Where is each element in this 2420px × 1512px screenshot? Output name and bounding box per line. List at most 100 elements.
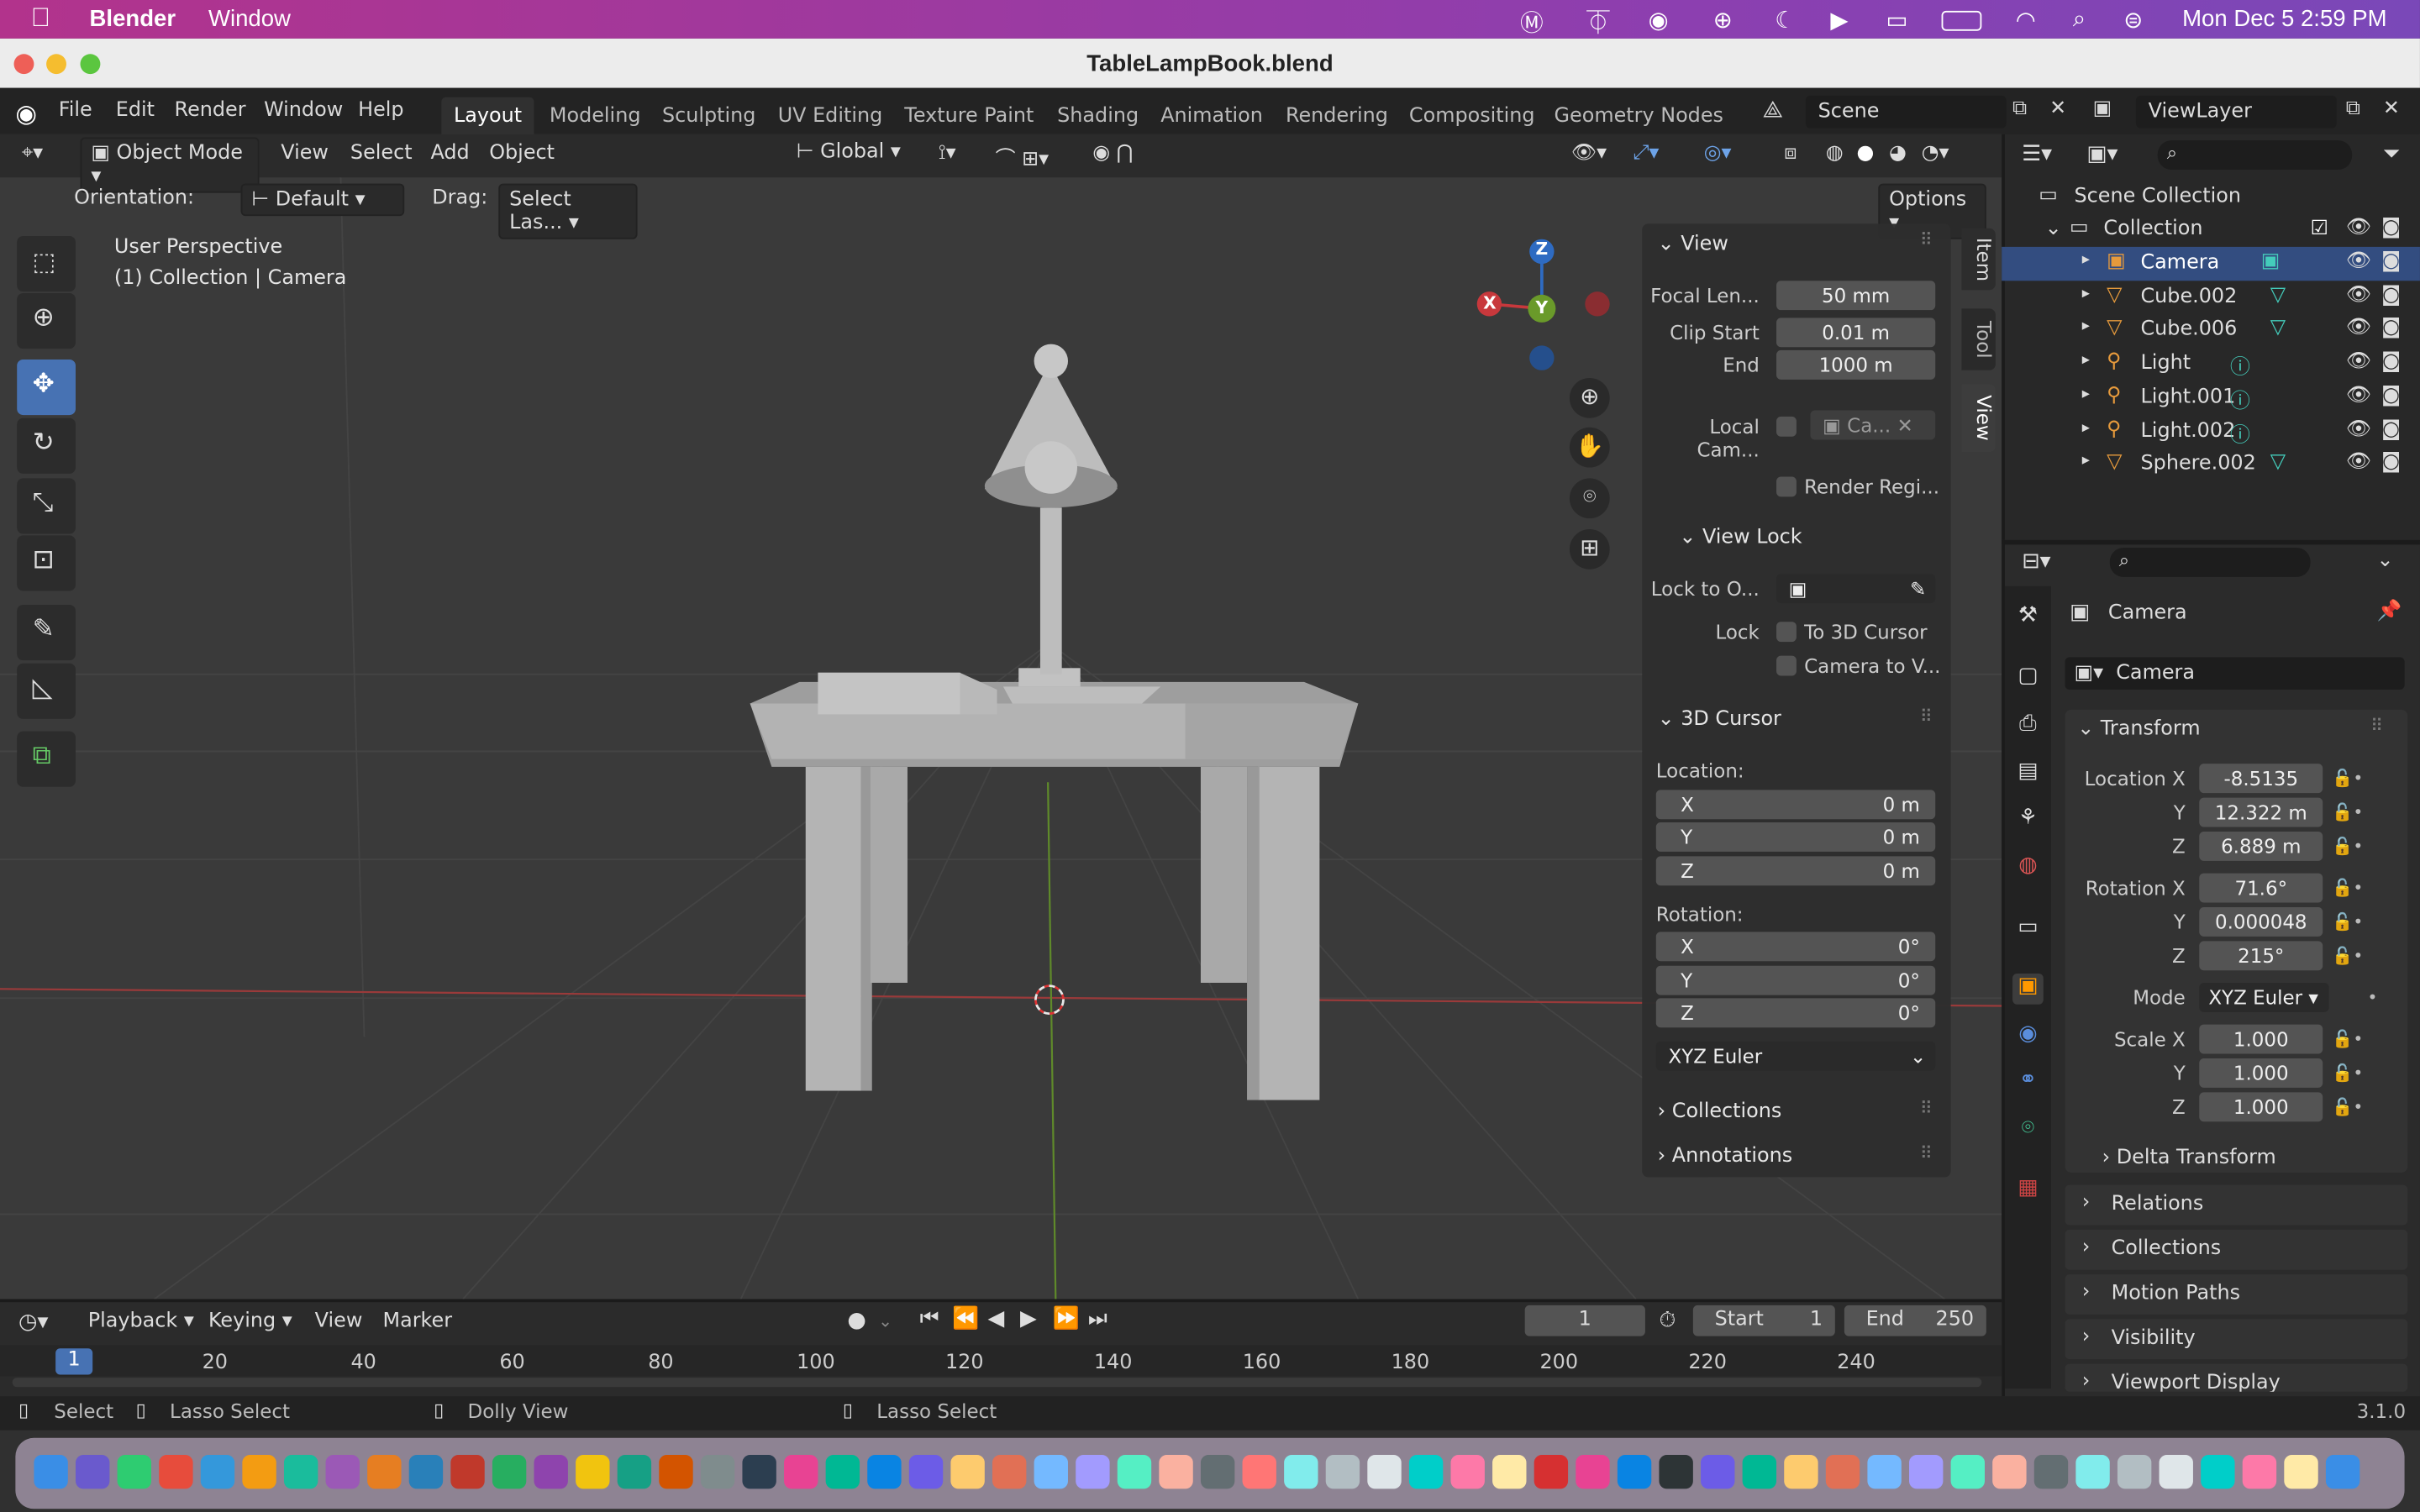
cursor-rotation-z[interactable]: Z 0° bbox=[1655, 998, 1936, 1028]
dock-app-icon[interactable] bbox=[659, 1455, 693, 1489]
material-shading-icon[interactable]: ◕ bbox=[1889, 142, 1907, 165]
filter-icon[interactable]: ⏷ bbox=[2383, 142, 2401, 166]
dock-app-icon[interactable] bbox=[1825, 1455, 1860, 1489]
solid-shading-icon[interactable]: ● bbox=[1857, 142, 1875, 165]
visibility-section[interactable]: Visibility bbox=[2065, 1319, 2408, 1360]
scale-x-field[interactable]: 1.000 bbox=[2199, 1024, 2323, 1054]
playback-menu[interactable]: Playback ▾ bbox=[88, 1310, 194, 1333]
motion-paths-section[interactable]: Motion Paths bbox=[2065, 1274, 2408, 1315]
dock-app-icon[interactable] bbox=[617, 1455, 652, 1489]
clock-text[interactable]: Mon Dec 5 2:59 PM bbox=[2182, 6, 2386, 32]
viewport-menu-add[interactable]: Add bbox=[430, 142, 469, 165]
eye-icon[interactable]: 👁 bbox=[2346, 417, 2371, 441]
scale-z-field[interactable]: 1.000 bbox=[2199, 1092, 2323, 1122]
sidebar-tab-view[interactable]: View bbox=[1961, 384, 1996, 453]
dock-app-icon[interactable] bbox=[742, 1455, 776, 1489]
timeline-scrollbar[interactable] bbox=[12, 1378, 1982, 1388]
lock-icon[interactable]: 🔓• bbox=[2332, 1063, 2363, 1083]
mac-app-menu[interactable]: Blender bbox=[90, 6, 176, 32]
lock-to-object-field[interactable]: ▣ ✎ bbox=[1776, 574, 1936, 604]
display-icon[interactable]: ▭ bbox=[1886, 6, 1907, 34]
expand-arrow-icon[interactable]: ▸ bbox=[2082, 285, 2090, 302]
world-properties-icon[interactable]: ◍ bbox=[2012, 853, 2044, 885]
dock-app-icon[interactable] bbox=[784, 1455, 818, 1489]
gizmo-neg-z-axis[interactable] bbox=[1529, 345, 1555, 370]
viewlayer-selector[interactable]: ViewLayer bbox=[2135, 95, 2337, 129]
eye-icon[interactable]: 👁 bbox=[2346, 250, 2371, 274]
lock-icon[interactable]: 🔓• bbox=[2332, 1029, 2363, 1049]
jump-start-icon[interactable]: ⏮ bbox=[920, 1307, 939, 1331]
dock-app-icon[interactable] bbox=[450, 1455, 485, 1489]
dock-app-icon[interactable] bbox=[367, 1455, 402, 1489]
eye-icon[interactable]: 👁 bbox=[2346, 283, 2371, 307]
dock-app-icon[interactable] bbox=[1950, 1455, 1985, 1489]
texture-properties-icon[interactable]: ▦ bbox=[2012, 1176, 2044, 1207]
keyframe-dot-icon[interactable]: • bbox=[2367, 987, 2377, 1007]
render-properties-icon[interactable]: ▢ bbox=[2012, 664, 2044, 695]
menu-edit[interactable]: Edit bbox=[116, 99, 155, 123]
light-data-icon[interactable]: ⓘ bbox=[2230, 384, 2250, 413]
3d-cursor-header[interactable]: ⌄ 3D Cursor bbox=[1658, 708, 1781, 732]
dock-app-icon[interactable] bbox=[1534, 1455, 1569, 1489]
dock-app-icon[interactable] bbox=[908, 1455, 944, 1489]
ortho-grid-icon[interactable]: ⊞ bbox=[1569, 528, 1610, 570]
preview-range-icon[interactable]: ⏱ bbox=[1659, 1309, 1676, 1333]
render-camera-icon[interactable]: ◙ bbox=[2381, 317, 2401, 340]
output-properties-icon[interactable]: ⎙ bbox=[2012, 711, 2044, 743]
outliner-item-camera[interactable]: ▸ ▣ Camera ▣ 👁 ◙ bbox=[2002, 246, 2420, 281]
overlay-toggle-icon[interactable]: ◎▾ bbox=[1704, 142, 1732, 165]
status-icon[interactable]: ◉ bbox=[1649, 6, 1669, 34]
tab-sculpting[interactable]: Sculpting bbox=[653, 102, 765, 131]
editor-type-icon[interactable]: ⌖▾ bbox=[22, 142, 43, 165]
mode-selector[interactable]: ▣ Object Mode ▾ bbox=[80, 137, 260, 193]
annotations-panel-header[interactable]: › Annotations bbox=[1658, 1145, 1793, 1168]
lock-icon[interactable]: 🔓• bbox=[2332, 802, 2363, 822]
mesh-data-icon[interactable]: ▽ bbox=[2270, 283, 2286, 307]
dock-app-icon[interactable] bbox=[1242, 1455, 1276, 1489]
dock-app-icon[interactable] bbox=[242, 1455, 276, 1489]
transform-orientation-selector[interactable]: ⊢ Global ▾ bbox=[787, 137, 920, 166]
outliner-editor-type-icon[interactable]: ☰▾ bbox=[2022, 142, 2052, 166]
outliner-scene-collection[interactable]: ▭ Scene Collection bbox=[2002, 181, 2420, 214]
scene-properties-icon[interactable]: ⚘ bbox=[2012, 806, 2044, 837]
scene-selector[interactable]: Scene bbox=[1805, 95, 2007, 129]
sidebar-tab-tool[interactable]: Tool bbox=[1961, 308, 1996, 370]
rotation-x-field[interactable]: 71.6° bbox=[2199, 873, 2323, 903]
control-center-icon[interactable]: ⊜ bbox=[2123, 6, 2143, 34]
dock-app-icon[interactable] bbox=[1284, 1455, 1318, 1489]
eye-icon[interactable]: 👁 bbox=[2346, 451, 2371, 475]
mesh-data-icon[interactable]: ▽ bbox=[2270, 451, 2286, 475]
chevron-down-icon[interactable]: ⌄ bbox=[878, 1311, 892, 1331]
tab-layout[interactable]: Layout bbox=[441, 97, 534, 136]
tab-geometry-nodes[interactable]: Geometry Nodes bbox=[1545, 102, 1733, 131]
transform-panel-header[interactable]: ⌄ Transform bbox=[2077, 717, 2200, 741]
dock-app-icon[interactable] bbox=[825, 1455, 860, 1489]
light-data-icon[interactable]: ⓘ bbox=[2230, 417, 2250, 447]
dock-app-icon[interactable] bbox=[1450, 1455, 1485, 1489]
snap-icon[interactable]: ⌒ ⊞▾ bbox=[996, 142, 1049, 171]
tab-shading[interactable]: Shading bbox=[1048, 102, 1148, 131]
expand-arrow-icon[interactable]: ▸ bbox=[2082, 386, 2090, 402]
search-icon[interactable]: ⌕ bbox=[2073, 6, 2086, 32]
collection-properties-icon[interactable]: ▭ bbox=[2012, 915, 2044, 946]
light-data-icon[interactable]: ⓘ bbox=[2230, 350, 2250, 380]
dock-app-icon[interactable] bbox=[2117, 1455, 2152, 1489]
viewport-menu-object[interactable]: Object bbox=[489, 142, 555, 165]
delete-scene-icon[interactable]: ✕ bbox=[2049, 97, 2066, 121]
pan-hand-icon[interactable]: ✋ bbox=[1569, 427, 1610, 468]
properties-editor-type-icon[interactable]: ⊟▾ bbox=[2022, 549, 2050, 574]
tab-texture-paint[interactable]: Texture Paint bbox=[895, 102, 1043, 131]
wireframe-shading-icon[interactable]: ◍ bbox=[1826, 142, 1844, 165]
tool-cursor[interactable]: ⊕ bbox=[17, 292, 76, 349]
render-camera-icon[interactable]: ◙ bbox=[2381, 250, 2401, 274]
dock-app-icon[interactable] bbox=[2033, 1455, 2069, 1489]
viewport-menu-select[interactable]: Select bbox=[350, 142, 413, 165]
dock-app-icon[interactable] bbox=[1367, 1455, 1402, 1489]
lock-to-cursor-checkbox[interactable] bbox=[1776, 622, 1797, 643]
dock-app-icon[interactable] bbox=[1908, 1455, 1944, 1489]
tool-properties-icon[interactable]: ⚒ bbox=[2012, 603, 2044, 634]
scale-y-field[interactable]: 1.000 bbox=[2199, 1058, 2323, 1088]
zoom-window-button[interactable] bbox=[80, 54, 101, 75]
tool-rotate[interactable]: ↻ bbox=[17, 417, 76, 474]
dock-app-icon[interactable] bbox=[1325, 1455, 1360, 1489]
